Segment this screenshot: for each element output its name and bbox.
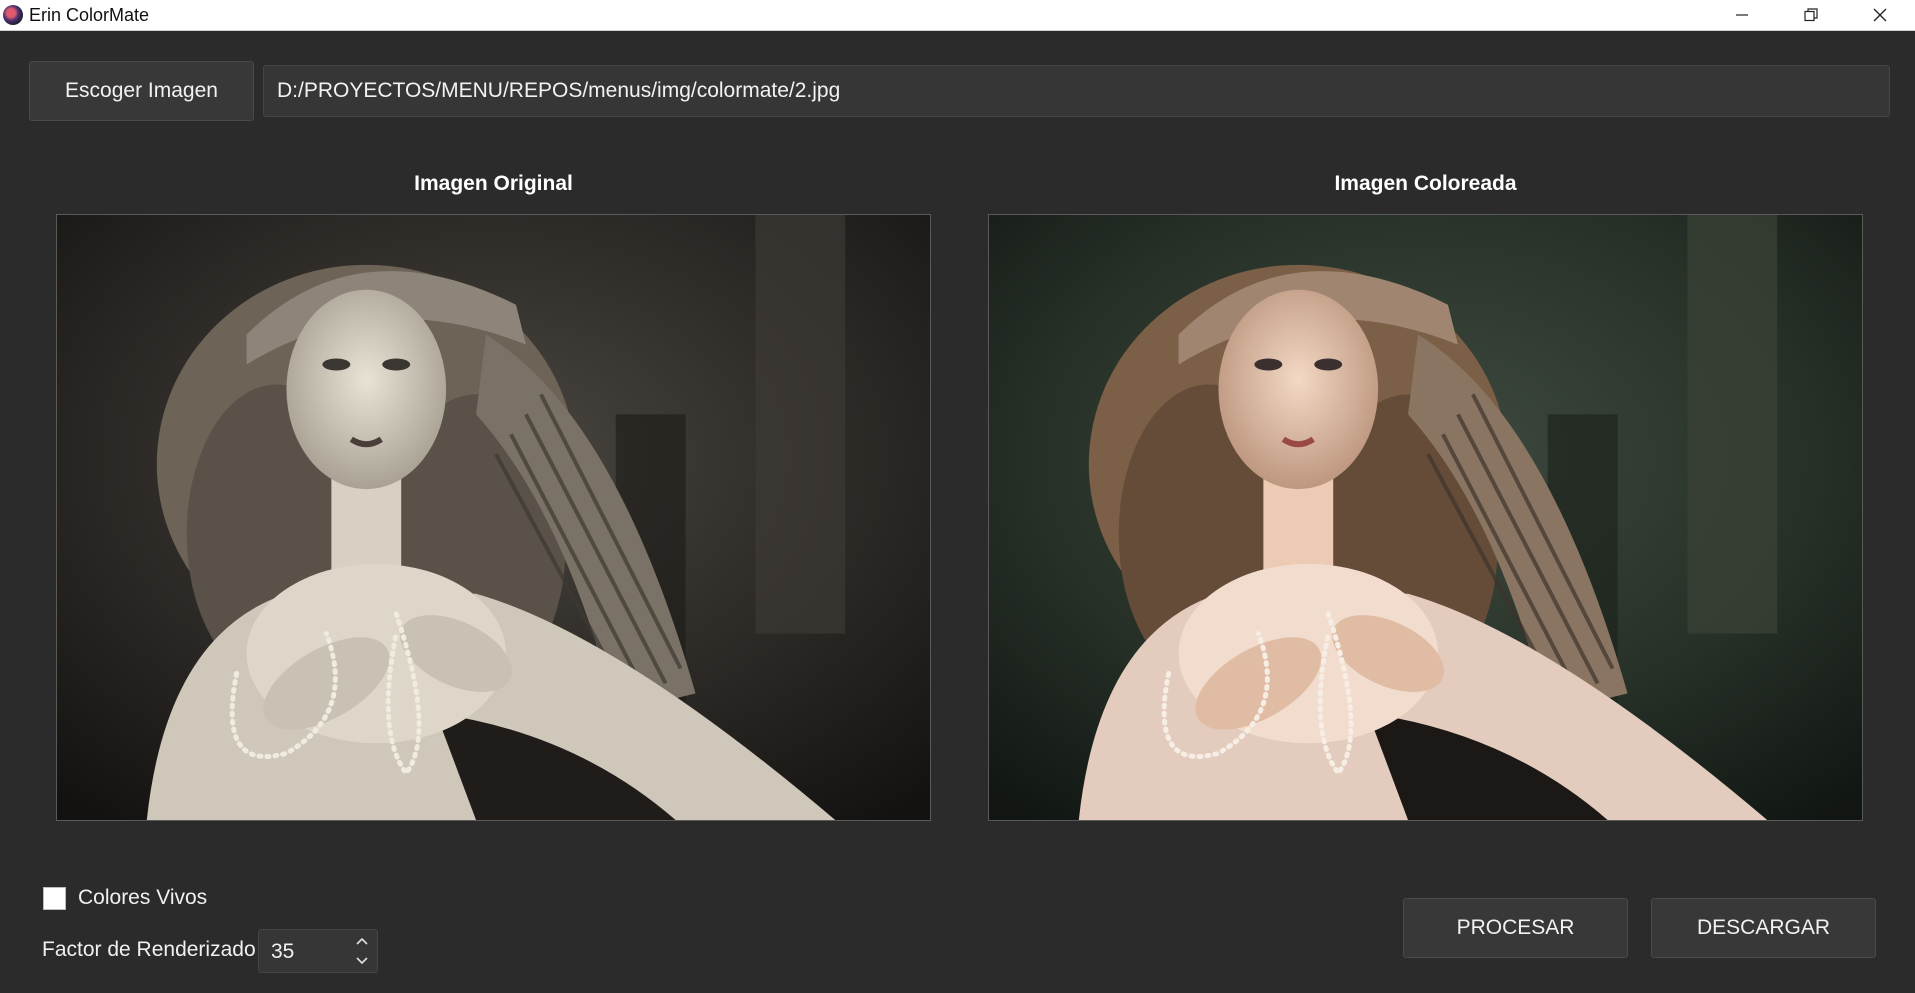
restore-icon <box>1804 8 1818 22</box>
original-image <box>56 214 931 821</box>
minimize-button[interactable] <box>1708 0 1776 30</box>
colored-image-title: Imagen Coloreada <box>1334 172 1517 195</box>
render-factor-value: 35 <box>271 940 295 963</box>
close-button[interactable] <box>1846 0 1914 30</box>
spin-down-button[interactable] <box>351 952 373 970</box>
original-image-title: Imagen Original <box>414 172 573 195</box>
window-title: Erin ColorMate <box>29 5 150 25</box>
vivid-colors-checkbox[interactable] <box>43 887 66 910</box>
close-icon <box>1873 8 1887 22</box>
chevron-down-icon <box>356 957 368 965</box>
app-logo-icon <box>3 5 23 25</box>
vivid-colors-label: Colores Vivos <box>78 886 208 909</box>
title-bar: Erin ColorMate <box>0 0 1915 31</box>
image-path-value: D:/PROYECTOS/MENU/REPOS/menus/img/colorm… <box>277 79 841 102</box>
minimize-icon <box>1736 14 1748 16</box>
image-path-field[interactable]: D:/PROYECTOS/MENU/REPOS/menus/img/colorm… <box>263 65 1890 117</box>
choose-image-button[interactable]: Escoger Imagen <box>29 61 254 121</box>
chevron-up-icon <box>356 937 368 945</box>
maximize-button[interactable] <box>1777 0 1845 30</box>
colored-image <box>988 214 1863 821</box>
spin-up-button[interactable] <box>351 932 373 950</box>
render-factor-spinbox[interactable]: 35 <box>258 929 378 973</box>
render-factor-label: Factor de Renderizado <box>42 938 256 961</box>
process-button[interactable]: PROCESAR <box>1403 898 1628 958</box>
download-button[interactable]: DESCARGAR <box>1651 898 1876 958</box>
